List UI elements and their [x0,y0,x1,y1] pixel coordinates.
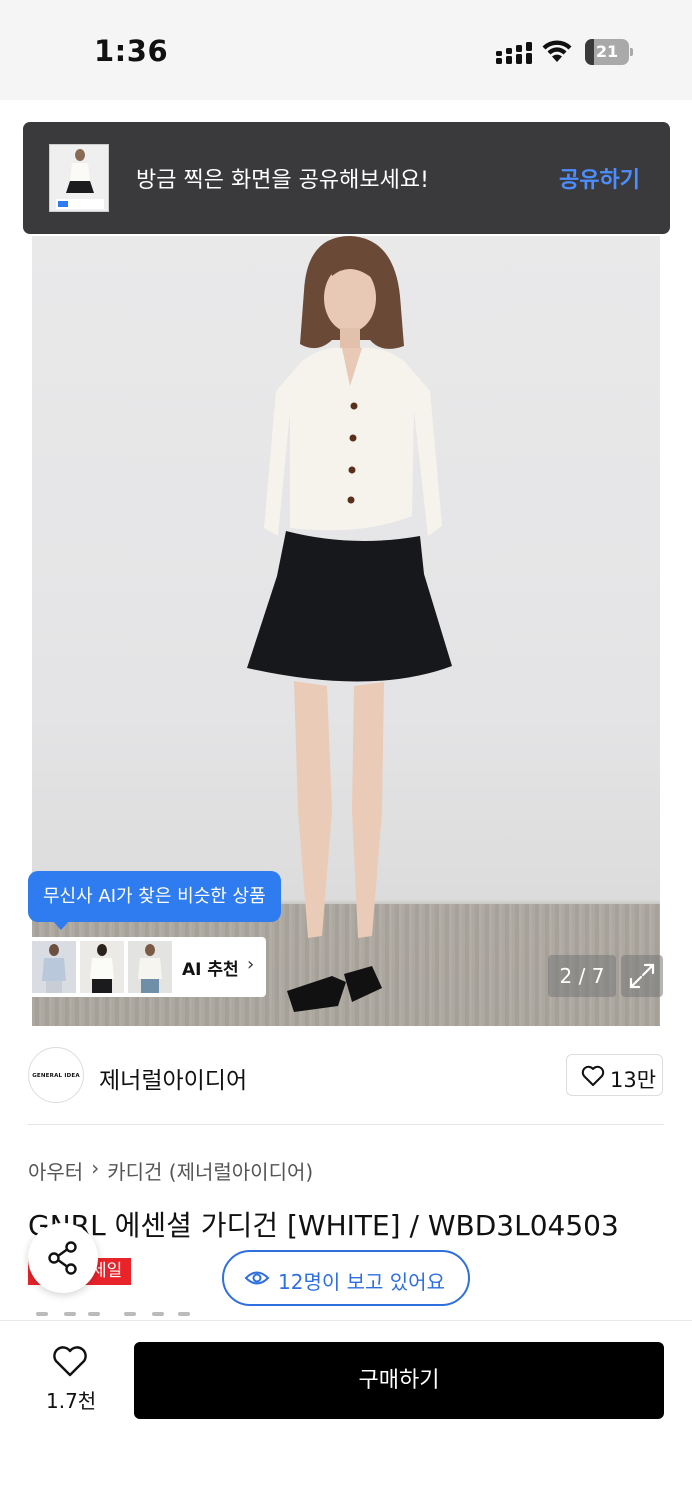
ai-thumbnail-3[interactable] [128,941,172,993]
ai-recommend-card[interactable]: AI 추천 › [29,937,266,997]
product-title: GNRL 에센셜 가디건 [WHITE] / WBD3L04503 [28,1209,619,1242]
image-page-indicator: 2 / 7 [548,955,616,997]
brand-logo[interactable]: GENERAL IDEA [28,1047,84,1103]
screenshot-thumbnail [49,144,109,212]
breadcrumb-category[interactable]: 아우터 [28,1156,83,1185]
cellular-signal-icon [496,42,532,64]
brand-name[interactable]: 제너럴아이디어 [99,1061,247,1095]
wifi-icon [542,40,572,62]
ai-thumbnail-1[interactable] [32,941,76,993]
toast-message: 방금 찍은 화면을 공유해보세요! [136,168,429,193]
live-viewers-text: 12명이 보고 있어요 [278,1270,445,1294]
brand-like-button[interactable]: 13만 [566,1054,663,1096]
share-icon [48,1241,77,1275]
tooltip-tail [52,920,70,930]
favorite-heart-icon[interactable] [52,1346,88,1378]
ai-recommend-label: AI 추천 [182,960,239,980]
heart-icon [581,1065,605,1086]
share-now-button[interactable]: 공유하기 [559,162,640,194]
divider [28,1124,664,1125]
expand-icon[interactable] [621,955,663,997]
buy-button[interactable]: 구매하기 [134,1342,664,1419]
status-time: 1:36 [94,34,169,68]
ai-thumbnail-2[interactable] [80,941,124,993]
status-bar: 1:36 21 [0,0,692,100]
eye-icon [244,1271,270,1285]
brand-like-count: 13만 [610,1068,657,1092]
favorite-count: 1.7천 [46,1389,97,1413]
ai-similar-tooltip: 무신사 AI가 찾은 비슷한 상품 [28,871,281,922]
chevron-right-icon: › [247,954,255,975]
live-viewers-pill: 12명이 보고 있어요 [222,1250,470,1306]
share-toast: 방금 찍은 화면을 공유해보세요! 공유하기 [23,122,670,234]
share-button[interactable] [28,1223,98,1293]
breadcrumb: 아우터 › 카디건 (제너럴아이디어) [28,1156,313,1185]
battery-icon: 21 [585,39,633,65]
chevron-right-icon: › [91,1156,100,1180]
battery-level: 21 [595,42,619,61]
breadcrumb-subcategory[interactable]: 카디건 (제너럴아이디어) [107,1156,313,1185]
